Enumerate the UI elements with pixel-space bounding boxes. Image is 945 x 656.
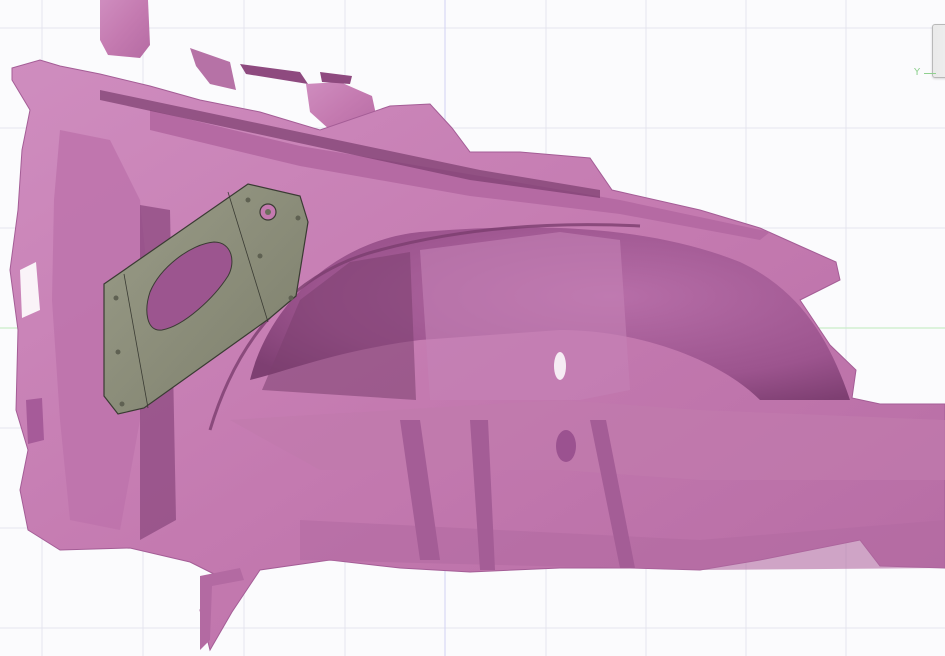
axis-indicator-y-line [924,73,936,74]
scan-hole [554,352,566,380]
axis-indicator-y-label: Y [914,67,921,78]
view-cube-icon[interactable] [932,24,945,78]
scan-fragment-strip-2 [240,64,308,84]
3d-viewport[interactable]: Y [0,0,945,656]
scan-fragment-strip [190,48,236,90]
scan-fragment-top [100,0,150,58]
scanned-car-body-model[interactable] [0,0,945,656]
